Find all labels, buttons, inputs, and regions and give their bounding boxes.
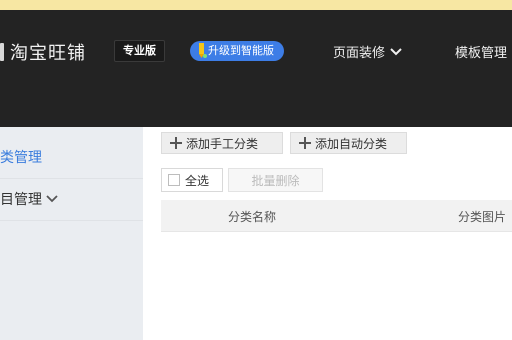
- nav-template-management[interactable]: 模板管理: [455, 42, 507, 61]
- checkbox-icon: [168, 174, 180, 186]
- column-header-category-image: 分类图片: [458, 210, 507, 224]
- sidebar-item-label: 类管理: [0, 150, 42, 166]
- add-manual-category-button[interactable]: 添加手工分类: [161, 132, 283, 154]
- table-header: 分类名称 分类图片: [161, 200, 512, 232]
- batch-delete-button[interactable]: 批量删除: [228, 168, 323, 192]
- edition-badge: 专业版: [114, 40, 165, 62]
- sidebar-item-item-management[interactable]: 目管理: [0, 179, 143, 219]
- brand-logo[interactable]: 淘宝旺铺: [0, 40, 86, 64]
- select-all-checkbox[interactable]: 全选: [161, 168, 223, 192]
- top-notice-strip: [0, 0, 512, 10]
- chevron-down-icon: [46, 195, 58, 203]
- upgrade-label: 升级到智能版: [208, 44, 274, 57]
- nav-page-decoration[interactable]: 页面装修: [333, 42, 402, 61]
- button-label: 添加自动分类: [315, 136, 388, 151]
- upgrade-button[interactable]: 升级到智能版: [190, 41, 284, 61]
- column-header-category-name: 分类名称: [228, 210, 277, 224]
- plus-icon: [299, 137, 311, 149]
- nav-label: 页面装修: [333, 46, 386, 61]
- brand-mark-icon: [0, 43, 4, 61]
- sidebar-item-label: 目管理: [0, 192, 42, 208]
- plus-icon: [170, 137, 182, 149]
- sidebar-divider: [0, 220, 143, 221]
- top-navigation-bar: 淘宝旺铺 专业版 升级到智能版 页面装修 模板管理: [0, 10, 512, 127]
- upgrade-pencil-icon: [199, 43, 207, 58]
- sidebar-item-category-management[interactable]: 类管理: [0, 137, 143, 177]
- chevron-down-icon: [390, 47, 402, 55]
- button-label: 添加手工分类: [186, 136, 259, 151]
- add-auto-category-button[interactable]: 添加自动分类: [290, 132, 407, 154]
- select-all-label: 全选: [185, 173, 210, 188]
- sidebar: 类管理 目管理: [0, 127, 143, 340]
- nav-label: 模板管理: [455, 46, 508, 61]
- brand-name: 淘宝旺铺: [10, 43, 86, 64]
